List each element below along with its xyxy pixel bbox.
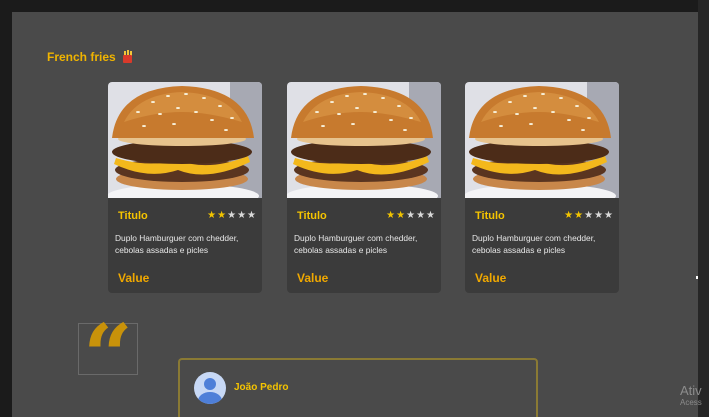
- star-rating: ★ ★ ★ ★ ★: [564, 211, 613, 221]
- star-rating: ★ ★ ★ ★ ★: [386, 211, 435, 221]
- burger-image: [108, 82, 262, 198]
- main-panel: French fries Titulo ★ ★ ★ ★ ★ Duplo Hamb…: [12, 12, 698, 417]
- star-filled-icon: ★: [574, 210, 584, 221]
- burger-image: [287, 82, 441, 198]
- star-filled-icon: ★: [207, 210, 217, 221]
- quote-icon: “: [83, 306, 133, 407]
- section-title: French fries: [47, 50, 116, 64]
- watermark-line-1: Ativ: [680, 383, 702, 398]
- user-avatar-icon: [194, 372, 226, 404]
- product-card[interactable]: Titulo ★ ★ ★ ★ ★ Duplo Hamburguer com ch…: [287, 82, 441, 293]
- activation-watermark: Ativ Acess: [680, 384, 702, 408]
- fries-icon: [122, 50, 133, 63]
- star-empty-icon: ★: [227, 210, 237, 221]
- card-description: Duplo Hamburguer com chedder, cebolas as…: [294, 233, 418, 255]
- star-rating: ★ ★ ★ ★ ★: [207, 211, 256, 221]
- star-empty-icon: ★: [247, 210, 256, 221]
- star-empty-icon: ★: [584, 210, 594, 221]
- watermark-line-2: Acess: [680, 398, 702, 407]
- card-description: Duplo Hamburguer com chedder, cebolas as…: [115, 233, 239, 255]
- window-edge: [698, 0, 709, 417]
- star-filled-icon: ★: [386, 210, 396, 221]
- section-header: French fries: [47, 50, 133, 64]
- testimonial-card: João Pedro: [178, 358, 538, 417]
- star-empty-icon: ★: [594, 210, 604, 221]
- star-empty-icon: ★: [416, 210, 426, 221]
- star-empty-icon: ★: [604, 210, 613, 221]
- star-empty-icon: ★: [237, 210, 247, 221]
- star-empty-icon: ★: [406, 210, 416, 221]
- testimonial-name: João Pedro: [234, 382, 289, 393]
- card-value: Value: [297, 271, 329, 285]
- product-card[interactable]: Titulo ★ ★ ★ ★ ★ Duplo Hamburguer com ch…: [465, 82, 619, 293]
- card-value: Value: [475, 271, 507, 285]
- card-title: Titulo: [118, 210, 148, 222]
- burger-image: [465, 82, 619, 198]
- card-value: Value: [118, 271, 150, 285]
- card-description: Duplo Hamburguer com chedder, cebolas as…: [472, 233, 596, 255]
- star-empty-icon: ★: [426, 210, 435, 221]
- card-title: Titulo: [297, 210, 327, 222]
- star-filled-icon: ★: [217, 210, 227, 221]
- quote-icon-box: “: [78, 314, 138, 400]
- card-title: Titulo: [475, 210, 505, 222]
- star-filled-icon: ★: [396, 210, 406, 221]
- star-filled-icon: ★: [564, 210, 574, 221]
- product-card[interactable]: Titulo ★ ★ ★ ★ ★ Duplo Hamburguer com ch…: [108, 82, 262, 293]
